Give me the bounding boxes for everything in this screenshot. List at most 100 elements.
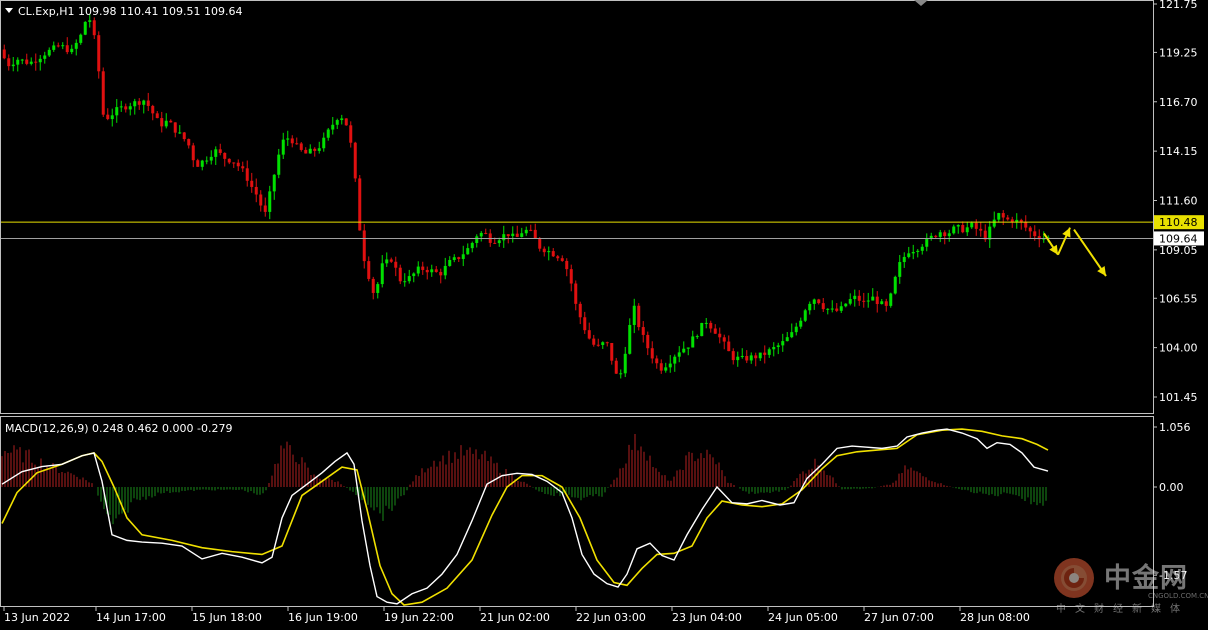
candle-body (277, 154, 281, 175)
candle-body (646, 334, 650, 349)
candle-body (974, 222, 978, 229)
price-tick-label: 101.45 (1159, 391, 1198, 404)
candle-body (47, 49, 51, 56)
time-tick-label: 16 Jun 19:00 (288, 611, 358, 624)
price-tick-label: 116.70 (1159, 96, 1198, 109)
candle-body (169, 120, 173, 123)
candle-body (610, 342, 614, 361)
candle-body (947, 233, 951, 237)
candle-body (299, 143, 303, 150)
time-tick-label: 22 Jun 03:00 (576, 611, 646, 624)
price-tick-label: 109.05 (1159, 244, 1198, 257)
candle-body (326, 129, 330, 138)
price-tick-label: 119.25 (1159, 46, 1198, 59)
candle-body (952, 226, 956, 234)
candle-body (133, 101, 137, 107)
candle-body (1001, 213, 1005, 218)
candle-body (250, 180, 254, 187)
macd-tick-label: 0.00 (1159, 481, 1184, 494)
candle-body (565, 260, 569, 270)
candle-body (916, 250, 920, 252)
candle-body (214, 149, 218, 157)
candle-body (407, 276, 411, 282)
watermark-tagline: 中文财经新媒体 (1056, 604, 1189, 615)
candle-body (16, 59, 20, 65)
candle-body (956, 225, 960, 227)
symbol-label: CL.Exp,H1 109.98 110.41 109.51 109.64 (18, 5, 242, 18)
candle-body (493, 242, 497, 244)
candle-body (236, 162, 240, 167)
candle-body (119, 106, 123, 108)
candle-body (556, 256, 560, 259)
candle-body (961, 225, 965, 233)
candle-body (943, 232, 947, 237)
candle-body (290, 138, 294, 144)
candle-body (515, 233, 519, 237)
candle-body (808, 303, 812, 311)
candle-body (862, 300, 866, 302)
candle-body (641, 327, 645, 335)
candle-body (385, 259, 389, 264)
candle-body (371, 278, 375, 293)
candle-body (686, 347, 690, 349)
time-tick-label: 13 Jun 2022 (4, 611, 70, 624)
chart-canvas[interactable]: 121.75 119.25 116.70 114.15 111.60 109.05 106.… (0, 0, 1208, 626)
time-tick-label: 28 Jun 08:00 (960, 611, 1030, 624)
candle-body (925, 238, 929, 247)
candle-body (718, 333, 722, 338)
candle-body (403, 281, 407, 283)
candle-body (803, 310, 807, 321)
candle-body (763, 352, 767, 355)
candle-body (844, 303, 848, 307)
candle-body (232, 162, 236, 164)
candle-body (538, 238, 542, 249)
time-tick-label: 27 Jun 07:00 (864, 611, 934, 624)
candle-body (785, 337, 789, 342)
candle-body (682, 348, 686, 353)
candle-body (704, 322, 708, 324)
candle-body (740, 355, 744, 357)
candle-body (25, 59, 29, 64)
candle-body (655, 358, 659, 364)
candle-body (628, 324, 632, 354)
candle-body (727, 341, 731, 352)
candle-body (7, 58, 11, 67)
candle-body (520, 233, 524, 237)
candle-body (830, 308, 834, 310)
candle-body (614, 360, 618, 374)
candle-body (731, 351, 735, 361)
candle-body (601, 342, 605, 346)
candle-body (452, 257, 456, 260)
candle-body (241, 166, 245, 169)
candle-body (106, 114, 110, 120)
candle-body (839, 306, 843, 311)
candle-body (1028, 227, 1032, 232)
candle-body (367, 261, 371, 279)
candle-body (596, 344, 600, 346)
price-chart[interactable]: 121.75 119.25 116.70 114.15 111.60 109.05 106.… (0, 0, 1208, 626)
candle-body (331, 124, 335, 130)
candle-body (668, 363, 672, 368)
candle-body (272, 174, 276, 192)
candle-body (835, 308, 839, 311)
candle-body (893, 276, 897, 294)
candle-body (142, 100, 146, 105)
candle-body (245, 168, 249, 181)
price-tick-label: 114.15 (1159, 145, 1198, 158)
candle-body (430, 269, 434, 273)
candle-body (934, 235, 938, 237)
candle-body (209, 156, 213, 161)
candle-body (304, 149, 308, 154)
candle-body (34, 61, 38, 63)
time-tick-label: 14 Jun 17:00 (96, 611, 166, 624)
time-tick-label: 15 Jun 18:00 (192, 611, 262, 624)
candle-body (970, 222, 974, 228)
candle-body (790, 332, 794, 338)
price-tick-label: 111.60 (1159, 195, 1198, 208)
candle-body (187, 139, 191, 146)
candle-body (1006, 217, 1010, 220)
watermark: 中金网 CNGOLD.COM.CN 中文财经新媒体 (1048, 552, 1208, 616)
time-tick-label: 21 Jun 02:00 (480, 611, 550, 624)
candle-body (700, 322, 704, 337)
candle-body (196, 160, 200, 167)
